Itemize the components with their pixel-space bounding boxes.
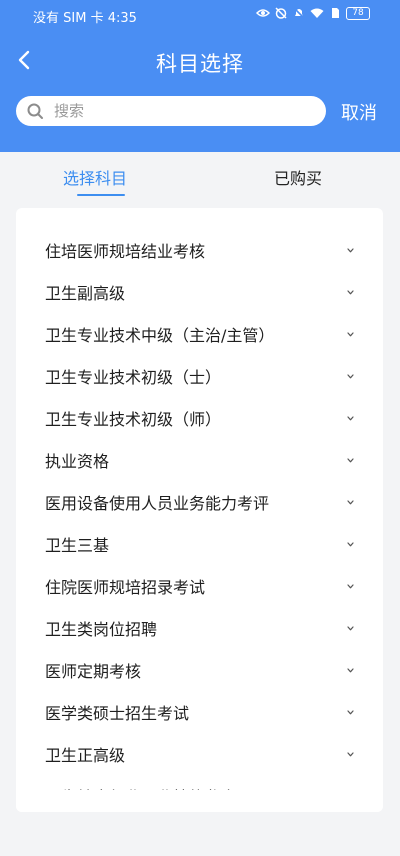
subject-label: 卫生专业技术中级（主治/主管）: [45, 326, 275, 345]
bell-off-icon: [292, 6, 306, 20]
chevron-down-icon: [346, 667, 354, 673]
chevron-down-icon: [346, 499, 354, 505]
chevron-down-icon: [346, 457, 354, 463]
subject-list-item[interactable]: 医学类硕士招生考试: [16, 691, 383, 733]
subject-label: 卫生三基: [45, 536, 110, 555]
subject-list-item[interactable]: 住培医师规培结业考核: [16, 229, 383, 271]
subject-label: 卫生副高级: [45, 284, 126, 303]
chevron-down-icon: [346, 709, 354, 715]
page-title: 科目选择: [156, 52, 244, 76]
alarm-off-icon: [274, 6, 288, 20]
wifi-icon: [310, 6, 324, 20]
tab-active-indicator: [77, 194, 125, 196]
chevron-down-icon: [346, 541, 354, 547]
battery-icon: 78: [346, 6, 370, 20]
chevron-down-icon: [346, 625, 354, 631]
tab-select-subject[interactable]: 选择科目: [63, 165, 127, 189]
list-bottom-mask: [16, 790, 383, 812]
subject-list-item[interactable]: 卫生副高级: [16, 271, 383, 313]
back-button[interactable]: [12, 50, 36, 74]
subject-list-item[interactable]: 卫生类岗位招聘: [16, 607, 383, 649]
chevron-down-icon: [346, 247, 354, 253]
subject-list-item[interactable]: 卫生三基: [16, 523, 383, 565]
chevron-down-icon: [346, 583, 354, 589]
subject-label: 执业资格: [45, 452, 110, 471]
subject-list-card: 住培医师规培结业考核 卫生副高级卫生专业技术中级（主治/主管） 卫生专业技术初级（士…: [16, 208, 383, 812]
subject-list-item[interactable]: 卫生专业技术初级（师）: [16, 397, 383, 439]
chevron-down-icon: [346, 415, 354, 421]
subject-list-item[interactable]: 医用设备使用人员业务能力考评: [16, 481, 383, 523]
status-carrier-time: 没有 SIM 卡 4:35: [33, 11, 137, 26]
subject-label: 卫生专业技术初级（士）: [45, 368, 222, 387]
header-bar: 没有 SIM 卡 4:35 78 科目选择 搜索 取消: [0, 0, 400, 152]
subject-list-item[interactable]: 卫生专业技术中级（主治/主管）: [16, 313, 383, 355]
search-box[interactable]: [16, 96, 326, 126]
chevron-down-icon: [346, 751, 354, 757]
tab-purchased[interactable]: 已购买: [274, 165, 322, 189]
subject-label: 医用设备使用人员业务能力考评: [45, 494, 270, 513]
subject-label: 住培医师规培结业考核: [45, 242, 206, 261]
subject-label: 住院医师规培招录考试: [45, 578, 206, 597]
subject-label: 卫生专业技术初级（师）: [45, 410, 222, 429]
status-icons: 78: [256, 6, 370, 20]
chevron-down-icon: [346, 373, 354, 379]
subject-list-item[interactable]: 卫生正高级: [16, 733, 383, 775]
tab-bar: 选择科目 已购买: [0, 152, 400, 198]
status-bar: 没有 SIM 卡 4:35 78: [0, 0, 400, 30]
eye-icon: [256, 6, 270, 20]
chevron-down-icon: [346, 331, 354, 337]
subject-list-item[interactable]: 住院医师规培招录考试: [16, 565, 383, 607]
subject-list-item[interactable]: 执业资格: [16, 439, 383, 481]
cancel-button[interactable]: 取消: [341, 99, 377, 125]
chevron-left-icon: [17, 50, 31, 74]
search-icon: [26, 102, 44, 120]
search-input[interactable]: [54, 102, 294, 120]
subject-list-item[interactable]: 医师定期考核: [16, 649, 383, 691]
sim-icon: [328, 6, 342, 20]
subject-label: 卫生类岗位招聘: [45, 620, 158, 639]
subject-label: 医师定期考核: [45, 662, 142, 681]
subject-label: 卫生正高级: [45, 746, 126, 765]
subject-list: 住培医师规培结业考核 卫生副高级卫生专业技术中级（主治/主管） 卫生专业技术初级（士…: [16, 208, 383, 812]
subject-list-item[interactable]: 卫生专业技术初级（士）: [16, 355, 383, 397]
chevron-down-icon: [346, 289, 354, 295]
subject-label: 医学类硕士招生考试: [45, 704, 190, 723]
